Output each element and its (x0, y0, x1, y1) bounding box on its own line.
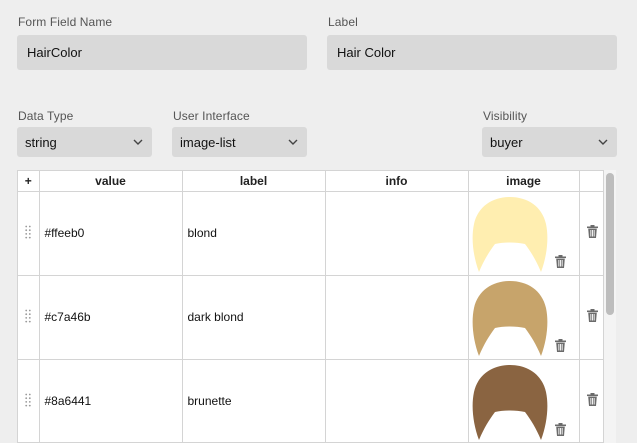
row-value: #8a6441 (44, 394, 92, 408)
row-value-cell[interactable]: #ffeeb0 (39, 191, 183, 276)
row-value-cell[interactable]: #8a6441 (39, 359, 183, 442)
row-image-cell[interactable] (468, 275, 580, 360)
form-field-editor: Form Field Name HairColor Label Hair Col… (0, 0, 637, 443)
row-value: #c7a46b (44, 310, 91, 324)
image-trash-icon[interactable] (554, 338, 566, 355)
visibility-label: Visibility (483, 109, 528, 123)
row-label-cell[interactable]: dark blond (182, 275, 326, 360)
row-info-cell[interactable] (325, 359, 469, 442)
table-row: #c7a46b dark blond (18, 275, 603, 360)
chevron-down-icon (597, 136, 609, 148)
row-label-cell[interactable]: brunette (182, 359, 326, 442)
table-row: #ffeeb0 blond (18, 191, 603, 276)
table-header-row: + value label info image (18, 171, 603, 192)
data-type-select[interactable]: string (17, 127, 152, 157)
table-scrollbar[interactable] (604, 170, 616, 443)
user-interface-label: User Interface (173, 109, 250, 123)
trash-icon (586, 225, 598, 241)
column-header-label: label (182, 171, 326, 192)
add-row-button[interactable]: + (18, 171, 40, 192)
row-image-cell[interactable] (468, 191, 580, 276)
drag-handle-icon[interactable] (18, 191, 40, 276)
data-type-value: string (25, 134, 57, 150)
column-header-actions (579, 171, 603, 192)
row-info-cell[interactable] (325, 191, 469, 276)
row-label: brunette (187, 394, 232, 408)
row-label-cell[interactable]: blond (182, 191, 326, 276)
hair-swatch-image (469, 278, 551, 358)
image-trash-icon[interactable] (554, 254, 566, 271)
visibility-select[interactable]: buyer (482, 127, 617, 157)
hair-swatch-image (469, 362, 551, 442)
column-header-info: info (325, 171, 469, 192)
delete-row-button[interactable] (579, 191, 603, 276)
row-value: #ffeeb0 (44, 226, 85, 240)
trash-icon (586, 393, 598, 409)
user-interface-select[interactable]: image-list (172, 127, 307, 157)
hair-swatch-image (469, 194, 551, 274)
label-input[interactable]: Hair Color (327, 35, 617, 70)
trash-icon (586, 309, 598, 325)
user-interface-value: image-list (180, 134, 236, 150)
column-header-image: image (468, 171, 580, 192)
visibility-value: buyer (490, 134, 523, 150)
chevron-down-icon (287, 136, 299, 148)
delete-row-button[interactable] (579, 275, 603, 360)
field-name-input[interactable]: HairColor (17, 35, 307, 70)
scrollbar-thumb[interactable] (606, 173, 614, 315)
drag-handle-icon[interactable] (18, 275, 40, 360)
label-label: Label (328, 15, 358, 29)
drag-handle-icon[interactable] (18, 359, 40, 442)
column-header-value: value (39, 171, 183, 192)
data-type-label: Data Type (18, 109, 74, 123)
row-info-cell[interactable] (325, 275, 469, 360)
row-value-cell[interactable]: #c7a46b (39, 275, 183, 360)
options-table: + value label info image #ffeeb0 blond #… (17, 170, 604, 443)
table-row: #8a6441 brunette (18, 359, 603, 442)
delete-row-button[interactable] (579, 359, 603, 442)
image-trash-icon[interactable] (554, 422, 566, 439)
row-label: blond (187, 226, 217, 240)
row-label: dark blond (187, 310, 244, 324)
field-name-label: Form Field Name (18, 15, 113, 29)
row-image-cell[interactable] (468, 359, 580, 442)
chevron-down-icon (132, 136, 144, 148)
